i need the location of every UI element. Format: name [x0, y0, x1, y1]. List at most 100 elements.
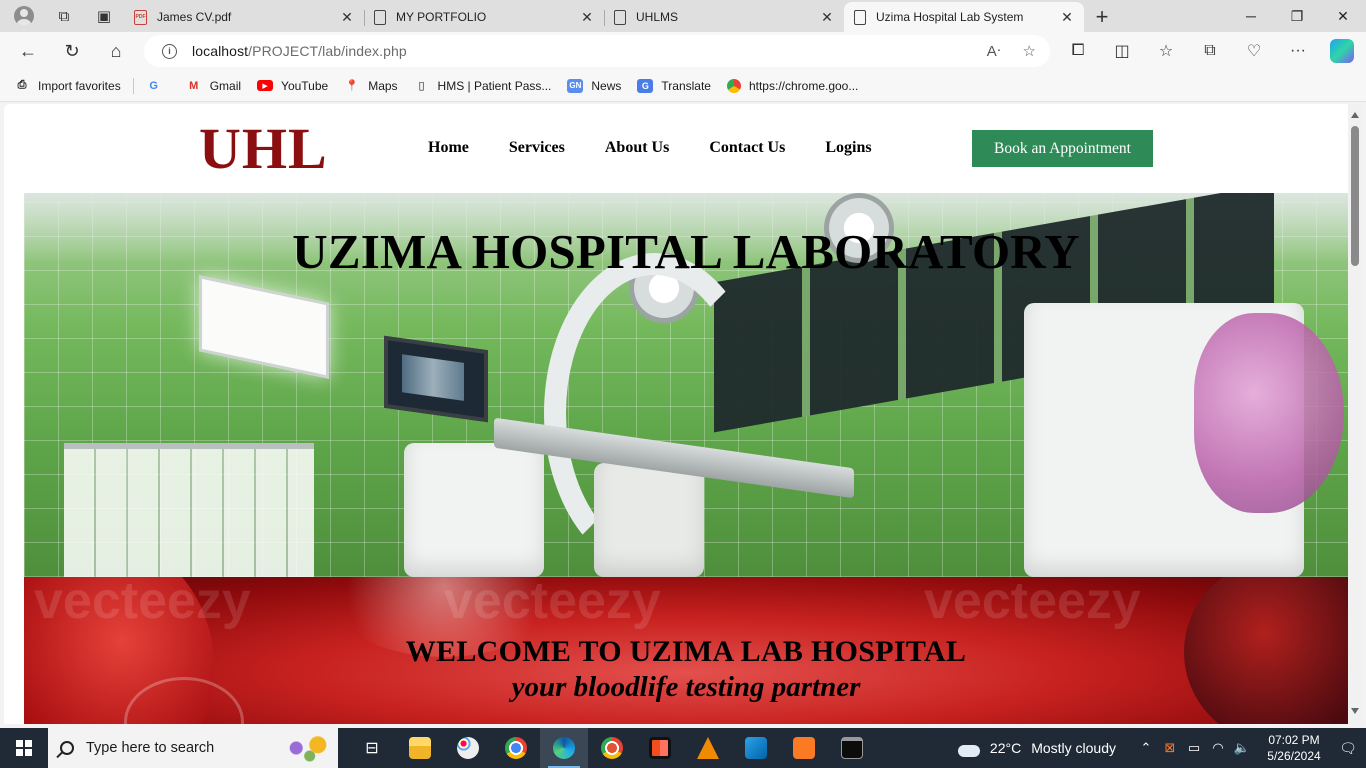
refresh-icon: ↻: [64, 40, 80, 61]
weather-temperature[interactable]: 22°C: [990, 740, 1021, 756]
taskbar-search[interactable]: Type here to search: [48, 728, 338, 768]
medical-monitor-image: [384, 335, 488, 423]
collections-button[interactable]: ⧉: [1188, 35, 1232, 67]
nav-contact-us[interactable]: Contact Us: [709, 139, 785, 157]
news-icon: GN: [567, 78, 584, 93]
puzzle-icon: ⧠: [1071, 42, 1085, 59]
tab-title: UHLMS: [636, 10, 679, 24]
window-controls: ─ ❐ ✕: [1228, 0, 1366, 32]
weather-description[interactable]: Mostly cloudy: [1031, 740, 1116, 756]
close-tab-icon[interactable]: ✕: [818, 9, 836, 26]
edge-button[interactable]: [540, 728, 588, 768]
workspaces-button[interactable]: ⧉: [46, 2, 82, 30]
nav-logins[interactable]: Logins: [825, 139, 871, 157]
nav-home[interactable]: Home: [428, 139, 469, 157]
start-button[interactable]: [0, 728, 48, 768]
fav-google[interactable]: G: [146, 79, 170, 93]
back-button[interactable]: ←: [6, 35, 50, 67]
tab-james-cv[interactable]: PDF James CV.pdf ✕: [124, 2, 364, 32]
minimize-button[interactable]: ─: [1228, 0, 1274, 32]
favorite-star-icon[interactable]: ☆: [1023, 42, 1036, 60]
xampp-tray-button[interactable]: ⊠: [1158, 728, 1182, 768]
scrollbar-thumb[interactable]: [1351, 126, 1359, 266]
terminal-button[interactable]: [828, 728, 876, 768]
divider: [132, 77, 134, 94]
cloudy-weather-icon[interactable]: [955, 739, 982, 757]
nav-about-us[interactable]: About Us: [605, 139, 669, 157]
tab-uzima-hospital-lab[interactable]: Uzima Hospital Lab System ✕: [844, 2, 1084, 32]
close-tab-icon[interactable]: ✕: [338, 9, 356, 26]
nav-services[interactable]: Services: [509, 139, 565, 157]
fav-maps[interactable]: 📍 Maps: [344, 79, 397, 93]
fav-gmail[interactable]: M Gmail: [186, 79, 241, 93]
taskbar-clock[interactable]: 07:02 PM 5/26/2024: [1258, 732, 1330, 764]
info-icon[interactable]: i: [162, 43, 177, 59]
paint-app-button[interactable]: [444, 728, 492, 768]
favorites-button[interactable]: ☆: [1144, 35, 1188, 67]
terminal-icon: [841, 737, 863, 759]
pdf-icon: PDF: [134, 9, 147, 25]
google-icon: G: [149, 79, 158, 92]
scroll-up-icon[interactable]: [1351, 112, 1359, 118]
profile-button[interactable]: [6, 2, 42, 30]
extensions-button[interactable]: ⧠: [1056, 35, 1100, 67]
tab-uhlms[interactable]: UHLMS ✕: [604, 2, 844, 32]
welcome-section: vecteezy vecteezy vecteezy WELCOME TO UZ…: [24, 577, 1348, 724]
fav-translate[interactable]: G Translate: [637, 78, 711, 93]
fav-hms-patient[interactable]: ▯ HMS | Patient Pass...: [414, 79, 552, 93]
fav-youtube[interactable]: ▶ YouTube: [257, 79, 328, 93]
file-explorer-button[interactable]: [396, 728, 444, 768]
task-view-button[interactable]: ⊟: [348, 728, 396, 768]
system-tray: 22°C Mostly cloudy ⌃ ⊠ ▭ ◠ 🔈 07:02 PM 5/…: [955, 728, 1366, 768]
volume-button[interactable]: 🔈: [1230, 728, 1254, 768]
settings-menu-button[interactable]: ···: [1276, 35, 1320, 67]
battery-button[interactable]: ▭: [1182, 728, 1206, 768]
fav-chrome-store[interactable]: https://chrome.goo...: [726, 78, 858, 93]
split-screen-icon: ◫: [1114, 43, 1130, 60]
network-button[interactable]: ◠: [1206, 728, 1230, 768]
tab-my-portfolio[interactable]: MY PORTFOLIO ✕: [364, 2, 604, 32]
book-appointment-button[interactable]: Book an Appointment: [972, 130, 1153, 167]
speaker-icon: 🔈: [1233, 740, 1251, 755]
wifi-icon: ◠: [1212, 740, 1224, 755]
split-screen-button[interactable]: ◫: [1100, 35, 1144, 67]
chrome-button[interactable]: [492, 728, 540, 768]
url-text[interactable]: localhost/PROJECT/lab/index.php: [192, 43, 407, 59]
page-scrollbar[interactable]: [1348, 104, 1362, 724]
fav-news[interactable]: GN News: [567, 78, 622, 93]
tab-actions-icon: ▣: [96, 8, 112, 25]
page-icon: [614, 9, 626, 25]
figma-icon: [649, 737, 671, 759]
vlc-button[interactable]: [684, 728, 732, 768]
home-button[interactable]: ⌂: [94, 35, 138, 67]
figma-button[interactable]: [636, 728, 684, 768]
close-tab-icon[interactable]: ✕: [578, 9, 596, 26]
read-aloud-icon[interactable]: Aᐧ: [987, 42, 1001, 60]
chevron-up-icon: ⌃: [1140, 740, 1152, 755]
restore-button[interactable]: ❐: [1274, 0, 1320, 32]
refresh-button[interactable]: ↻: [50, 35, 94, 67]
search-placeholder: Type here to search: [86, 740, 215, 756]
chrome-profile-button[interactable]: [588, 728, 636, 768]
home-icon: ⌂: [110, 40, 122, 61]
address-bar[interactable]: i localhost/PROJECT/lab/index.php Aᐧ ☆: [144, 35, 1050, 67]
vscode-button[interactable]: [732, 728, 780, 768]
scroll-down-icon[interactable]: [1351, 708, 1359, 714]
tab-title: MY PORTFOLIO: [396, 10, 487, 24]
xampp-button[interactable]: [780, 728, 828, 768]
browser-essentials-button[interactable]: ♡: [1232, 35, 1276, 67]
more-icon: ···: [1290, 42, 1306, 59]
site-logo[interactable]: UHL: [199, 118, 328, 180]
page-icon: ▯: [418, 80, 425, 92]
page-icon: [374, 9, 386, 25]
notifications-button[interactable]: 🗨: [1330, 728, 1366, 768]
fav-label: News: [591, 78, 622, 93]
fav-import-favorites[interactable]: ⎙ Import favorites: [14, 79, 121, 93]
favorites-icon: ☆: [1158, 43, 1174, 60]
copilot-button[interactable]: [1320, 35, 1364, 67]
close-tab-icon[interactable]: ✕: [1058, 9, 1076, 26]
new-tab-button[interactable]: +: [1084, 2, 1120, 32]
close-window-button[interactable]: ✕: [1320, 0, 1366, 32]
tab-actions-button[interactable]: ▣: [86, 2, 122, 30]
show-hidden-icons-button[interactable]: ⌃: [1134, 728, 1158, 768]
